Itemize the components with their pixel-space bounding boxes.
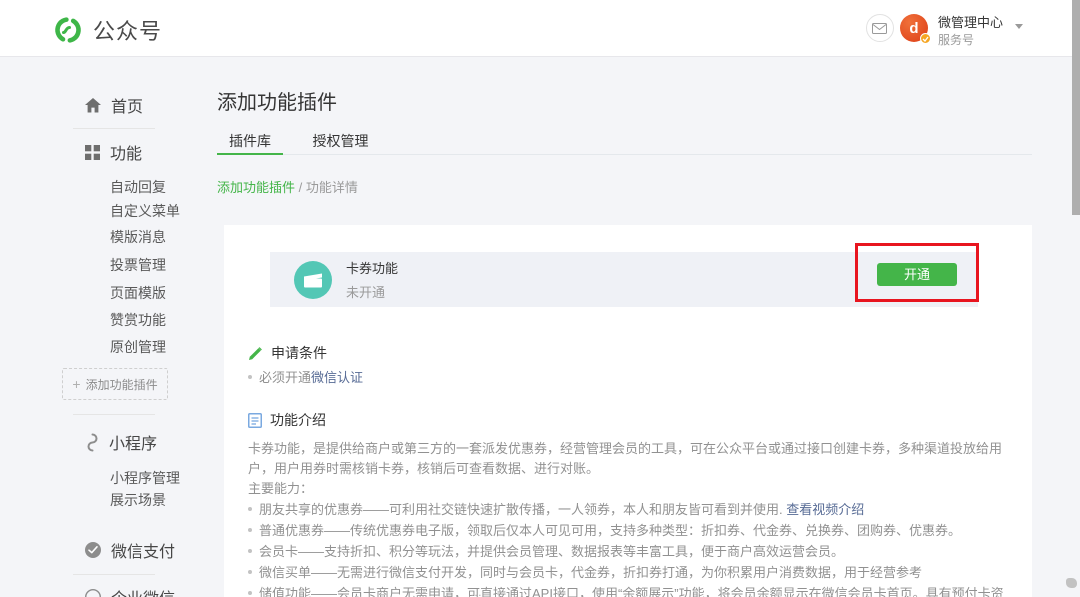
sidebar-divider	[73, 128, 155, 129]
plugin-info: 卡券功能 未开通	[346, 258, 398, 301]
card-coupon-icon	[294, 261, 332, 299]
sidebar-item-reward[interactable]: 赞赏功能	[110, 310, 166, 330]
enterprise-wechat-icon	[85, 589, 101, 597]
sidebar-item-miniprogram[interactable]: 小程序	[85, 431, 157, 453]
account-type: 服务号	[938, 34, 1003, 46]
apply-conditions-section-header: 申请条件	[248, 343, 1008, 363]
wechat-pay-icon	[85, 542, 101, 558]
breadcrumb-root-link[interactable]: 添加功能插件	[217, 180, 295, 195]
capability-text: 储值功能——会员卡商户无需申请，可直接通过API接口，使用“余额展示”功能，将会…	[248, 586, 1004, 597]
grid-icon	[85, 145, 100, 160]
sidebar-item-home[interactable]: 首页	[85, 94, 143, 116]
capability-text: 普通优惠券——传统优惠券电子版，领取后仅本人可见可用，支持多种类型：折扣券、代金…	[259, 523, 961, 538]
page-title: 添加功能插件	[217, 86, 337, 115]
condition-text: 必须开通	[259, 370, 311, 385]
bullet-dot	[248, 591, 252, 595]
capability-item: 储值功能——会员卡商户无需申请，可直接通过API接口，使用“余额展示”功能，将会…	[248, 584, 1008, 597]
top-header: 公众号 d 微管理中心 服务号	[0, 0, 1080, 57]
avatar-glyph: d	[909, 20, 918, 37]
capability-item: 普通优惠券——传统优惠券电子版，领取后仅本人可见可用，支持多种类型：折扣券、代金…	[248, 521, 1008, 541]
sidebar-item-label: 企业微信	[111, 585, 175, 597]
plugin-sections: 申请条件 必须开通微信认证 功能介绍 卡券功能，是提供给商户或第三方的一套派发优…	[248, 343, 1008, 597]
sidebar-item-label: 功能	[110, 140, 142, 164]
tab-auth-management[interactable]: 授权管理	[300, 132, 380, 155]
open-plugin-button[interactable]: 开通	[877, 263, 957, 286]
sidebar-item-auto-reply[interactable]: 自动回复	[110, 177, 166, 197]
sidebar-item-page-template[interactable]: 页面模版	[110, 283, 166, 303]
plugin-detail-panel: 卡券功能 未开通 开通 申请条件 必须开通微信认证	[224, 225, 1032, 597]
breadcrumb-separator: /	[299, 180, 303, 195]
sidebar-item-original-management[interactable]: 原创管理	[110, 337, 166, 357]
scrollbar-thumb[interactable]	[1072, 0, 1080, 215]
wechat-mp-logo-icon	[54, 16, 82, 44]
sidebar-item-vote-management[interactable]: 投票管理	[110, 255, 166, 275]
sidebar-item-label: 小程序	[109, 430, 157, 454]
sidebar-item-label: 首页	[111, 93, 143, 117]
capability-item: 会员卡——支持折扣、积分等玩法，并提供会员管理、数据报表等丰富工具，便于商户高效…	[248, 542, 1008, 562]
home-icon	[85, 98, 101, 113]
chevron-down-icon[interactable]	[1015, 24, 1023, 29]
feature-description: 卡券功能，是提供给商户或第三方的一套派发优惠券，经营管理会员的工具，可在公众平台…	[248, 439, 1008, 479]
wechat-verification-link[interactable]: 微信认证	[311, 370, 363, 385]
logo-text: 公众号	[93, 14, 162, 46]
capability-text: 会员卡——支持折扣、积分等玩法，并提供会员管理、数据报表等丰富工具，便于商户高效…	[259, 544, 844, 559]
bullet-dot	[248, 507, 252, 511]
account-info: 微管理中心 服务号	[938, 14, 1003, 46]
brand-logo: 公众号	[54, 14, 162, 46]
section-title: 功能介绍	[270, 410, 326, 430]
add-plugin-label: 添加功能插件	[86, 376, 158, 393]
sidebar-item-enterprise-wechat[interactable]: 企业微信	[85, 586, 175, 597]
capability-text: 微信买单——无需进行微信支付开发，同时与会员卡，代金券，折扣券打通，为你积累用户…	[259, 565, 922, 580]
sidebar-item-template-message[interactable]: 模版消息	[110, 227, 166, 247]
wechat-mp-admin-page: 公众号 d 微管理中心 服务号	[0, 0, 1080, 597]
sidebar-item-custom-menu[interactable]: 自定义菜单	[110, 201, 180, 221]
pen-icon	[248, 346, 263, 361]
sidebar-add-plugin-button[interactable]: + 添加功能插件	[62, 368, 168, 400]
capabilities-label: 主要能力：	[248, 479, 1008, 499]
plus-icon: +	[72, 377, 80, 391]
capability-item: 微信买单——无需进行微信支付开发，同时与会员卡，代金券，折扣券打通，为你积累用户…	[248, 563, 1008, 583]
account-avatar[interactable]: d	[900, 14, 928, 42]
envelope-icon	[872, 23, 887, 34]
bullet-dot	[248, 375, 252, 379]
sidebar-item-label: 微信支付	[111, 538, 175, 562]
header-right: d 微管理中心 服务号	[866, 14, 1023, 46]
sidebar-item-miniprogram-management[interactable]: 小程序管理	[110, 468, 180, 488]
bullet-dot	[248, 528, 252, 532]
sidebar-divider	[73, 414, 155, 415]
apply-condition-item: 必须开通微信认证	[248, 368, 1008, 388]
plugin-status: 未开通	[346, 282, 398, 301]
video-intro-link[interactable]: 查看视频介绍	[786, 502, 864, 517]
cursor-artifact	[1066, 578, 1077, 588]
sidebar-item-features[interactable]: 功能	[85, 141, 142, 163]
plugin-name: 卡券功能	[346, 258, 398, 277]
capability-list: 朋友共享的优惠券——可利用社交链快速扩散传播，一人领券，本人和朋友皆可看到并使用…	[248, 500, 1008, 597]
tab-plugin-library[interactable]: 插件库	[217, 132, 283, 155]
account-name: 微管理中心	[938, 16, 1003, 29]
breadcrumb-current: 功能详情	[306, 180, 358, 195]
ellipsis-indicator: …	[470, 585, 484, 597]
feature-intro-section-header: 功能介绍	[248, 410, 1008, 430]
miniprogram-icon	[85, 433, 99, 452]
section-title: 申请条件	[271, 343, 327, 363]
sidebar-item-wechat-pay[interactable]: 微信支付	[85, 539, 175, 561]
breadcrumb: 添加功能插件 / 功能详情	[217, 177, 358, 196]
capability-text: 朋友共享的优惠券——可利用社交链快速扩散传播，一人领券，本人和朋友皆可看到并使用…	[259, 502, 783, 517]
tab-bar: 插件库 授权管理	[217, 132, 1032, 155]
document-icon	[248, 413, 262, 428]
bullet-dot	[248, 549, 252, 553]
mail-button[interactable]	[866, 14, 894, 42]
bullet-dot	[248, 570, 252, 574]
verified-badge-icon	[920, 33, 931, 44]
capability-item: 朋友共享的优惠券——可利用社交链快速扩散传播，一人领券，本人和朋友皆可看到并使用…	[248, 500, 1008, 520]
sidebar-divider	[73, 574, 155, 575]
sidebar-item-display-scenes[interactable]: 展示场景	[110, 490, 166, 510]
